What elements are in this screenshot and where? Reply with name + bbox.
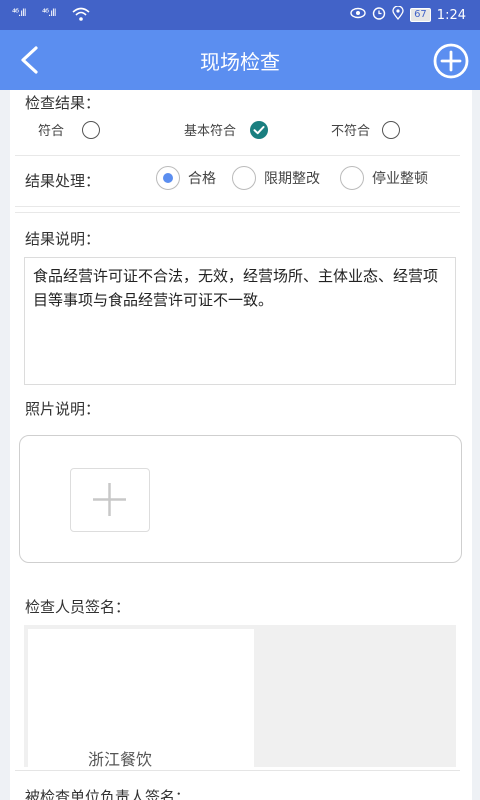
divider <box>15 212 460 213</box>
app-header: 现场检查 <box>0 30 480 90</box>
divider <box>15 206 460 207</box>
form-panel: 检查结果： 符合 基本符合 不符合 结果处理： 合格 限期整改 停业整顿 结果说… <box>10 90 472 800</box>
inspector-sign-label: 检查人员签名： <box>25 598 131 616</box>
add-circle-icon[interactable] <box>432 42 470 80</box>
handling-label: 结果处理： <box>25 172 101 190</box>
radio-button[interactable] <box>340 166 364 190</box>
clock-time: 1:24 <box>436 7 466 23</box>
eye-icon <box>350 7 366 23</box>
explanation-label: 结果说明： <box>25 230 101 248</box>
handling-option-qualified[interactable]: 合格 <box>156 166 216 190</box>
location-icon <box>392 5 404 24</box>
option-label: 停业整顿 <box>372 171 428 187</box>
add-photo-button[interactable] <box>70 468 150 532</box>
radio-button[interactable] <box>82 120 101 139</box>
result-option-basic-conform[interactable]: 基本符合 <box>184 120 269 139</box>
checkmark-circle-icon[interactable] <box>250 120 269 139</box>
option-label: 基本符合 <box>184 124 237 139</box>
radio-button[interactable] <box>382 120 401 139</box>
radio-button-selected[interactable] <box>156 166 180 190</box>
option-label: 符合 <box>38 124 65 139</box>
handling-option-rectify[interactable]: 限期整改 <box>232 166 320 190</box>
handling-option-suspend[interactable]: 停业整顿 <box>340 166 428 190</box>
signal-icon-2: ⁴⁶.ıll <box>42 8 56 19</box>
status-bar: ⁴⁶.ıll ⁴⁶.ıll 67 1:24 <box>0 0 480 30</box>
result-label: 检查结果： <box>25 94 101 112</box>
photo-label: 照片说明： <box>25 400 101 418</box>
signal-icon: ⁴⁶.ıll <box>12 8 26 19</box>
radio-button[interactable] <box>232 166 256 190</box>
unit-sign-label: 被检查单位负责人签名： <box>25 788 191 800</box>
option-label: 合格 <box>188 171 216 187</box>
alarm-icon <box>372 6 386 24</box>
explanation-textarea[interactable]: 食品经营许可证不合法，无效，经营场所、主体业态、经营项目等事项与食品经营许可证不… <box>24 257 456 385</box>
result-option-conform[interactable]: 符合 <box>38 120 101 139</box>
option-label: 不符合 <box>331 124 371 139</box>
divider <box>15 155 460 156</box>
result-option-nonconform[interactable]: 不符合 <box>331 120 401 139</box>
option-label: 限期整改 <box>264 171 320 187</box>
inspector-signature-text: 浙江餐饮 <box>88 750 153 769</box>
plus-icon <box>93 483 126 516</box>
battery-indicator: 67 <box>410 8 431 22</box>
wifi-icon <box>72 6 90 26</box>
page-title: 现场检查 <box>200 50 280 74</box>
divider <box>15 770 460 771</box>
photo-upload-area <box>19 435 462 563</box>
